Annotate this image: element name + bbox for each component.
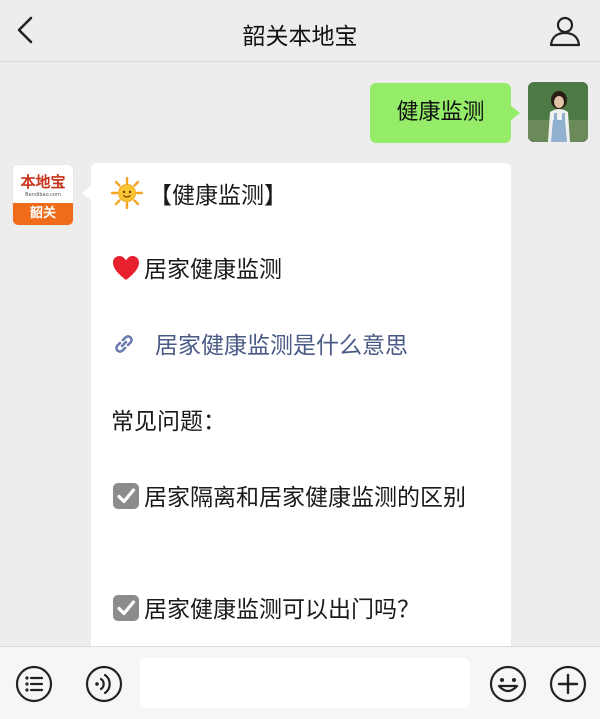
input-toolbar xyxy=(0,646,600,719)
voice-button[interactable] xyxy=(84,664,124,704)
nav-bar: 韶关本地宝 xyxy=(0,0,600,62)
message-subtitle-row: 居家健康监测 xyxy=(111,253,282,287)
logo-text: 本地宝 xyxy=(20,173,66,191)
article-link[interactable]: 居家健康监测是什么意思 xyxy=(111,329,408,363)
user-avatar[interactable] xyxy=(528,82,588,142)
voice-icon xyxy=(85,665,123,703)
logo-url: Bendibao.com xyxy=(25,192,61,198)
heart-emoji-icon xyxy=(113,256,139,280)
bot-message: 【健康监测】 居家健康监测 居家健康监测是什么意思 常见问题： 居家隔离和居家健… xyxy=(82,163,511,646)
logo-city: 韶关 xyxy=(13,203,73,225)
faq-item[interactable]: 居家健康监测可以出门吗？ xyxy=(111,593,420,627)
message-list[interactable]: 健康监测 本地宝 Bendibao.com 韶关 【健康监测】 居家健康监测 居… xyxy=(0,63,600,646)
chat-title: 韶关本地宝 xyxy=(242,24,358,50)
emoji-button[interactable] xyxy=(488,664,528,704)
person-icon xyxy=(549,16,581,47)
faq-item-text: 居家健康监测可以出门吗？ xyxy=(144,597,420,623)
more-button[interactable] xyxy=(548,664,588,704)
user-message[interactable]: 健康监测 xyxy=(370,83,520,143)
message-title: 【健康监测】 xyxy=(149,183,287,209)
smiley-icon xyxy=(489,665,527,703)
faq-item-text: 居家隔离和居家健康监测的区别 xyxy=(144,485,466,511)
menu-button[interactable] xyxy=(14,664,54,704)
link-icon xyxy=(115,335,133,353)
message-subtitle: 居家健康监测 xyxy=(144,257,282,283)
message-input[interactable] xyxy=(140,658,470,708)
profile-button[interactable] xyxy=(548,14,582,48)
faq-item[interactable]: 居家隔离和居家健康监测的区别 xyxy=(111,479,501,517)
chat-screen: 韶关本地宝 健康监测 本地宝 Bendibao.com 韶关 【健康监测】 居家… xyxy=(0,0,600,719)
faq-heading: 常见问题： xyxy=(111,409,226,435)
bot-avatar[interactable]: 本地宝 Bendibao.com 韶关 xyxy=(12,164,74,226)
list-icon xyxy=(15,665,53,703)
article-link-text[interactable]: 居家健康监测是什么意思 xyxy=(155,333,408,359)
checkbox-checked-icon xyxy=(113,483,139,509)
avatar-photo xyxy=(528,82,588,142)
message-title-row: 【健康监测】 xyxy=(111,177,287,213)
plus-icon xyxy=(549,665,587,703)
checkbox-checked-icon xyxy=(113,595,139,621)
sun-emoji-icon xyxy=(111,177,143,209)
